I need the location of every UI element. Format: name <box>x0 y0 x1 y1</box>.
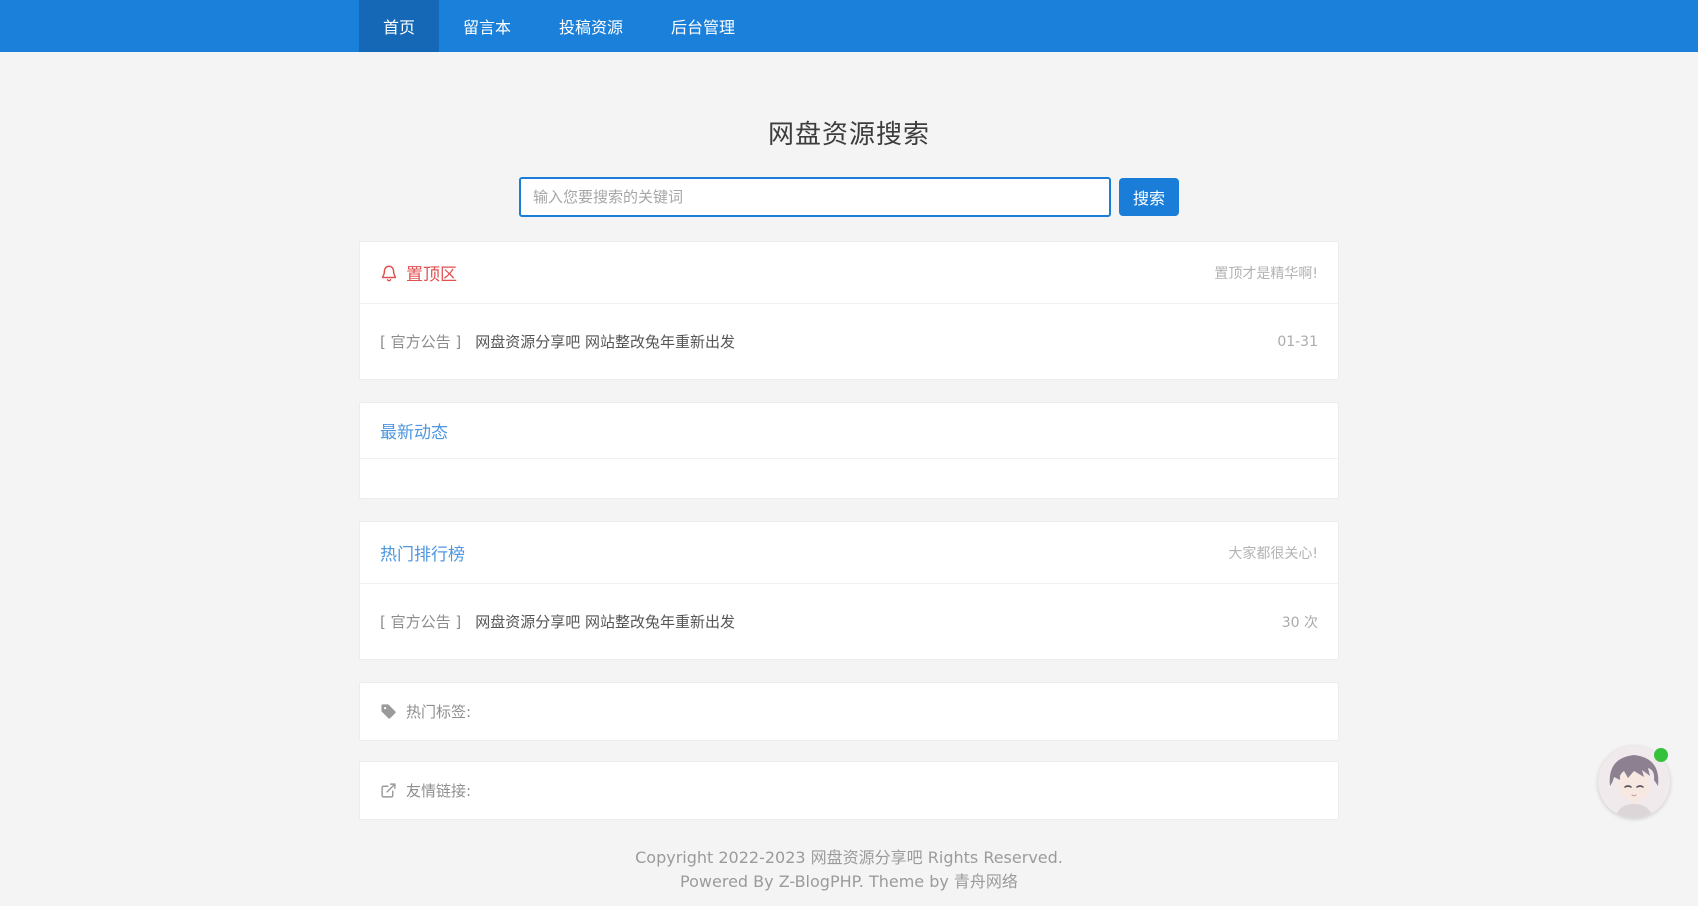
hot-list-item: [ 官方公告 ] 网盘资源分享吧 网站整改兔年重新出发 30 次 <box>360 583 1338 659</box>
hot-ranking-subtitle: 大家都很关心! <box>1228 543 1318 563</box>
hot-ranking-section: 热门排行榜 大家都很关心! [ 官方公告 ] 网盘资源分享吧 网站整改兔年重新出… <box>359 521 1339 660</box>
hot-tags-bar: 热门标签: <box>359 682 1339 741</box>
chat-widget[interactable] <box>1598 746 1670 818</box>
page-footer: Copyright 2022-2023 网盘资源分享吧 Rights Reser… <box>359 846 1339 906</box>
nav-item-admin[interactable]: 后台管理 <box>647 0 759 52</box>
search-button[interactable]: 搜索 <box>1119 178 1179 216</box>
online-status-dot <box>1654 748 1668 762</box>
latest-section: 最新动态 <box>359 402 1339 499</box>
external-link-icon <box>380 782 397 799</box>
nav-item-guestbook[interactable]: 留言本 <box>439 0 535 52</box>
friendly-links-bar: 友情链接: <box>359 761 1339 820</box>
latest-empty-body <box>360 458 1338 498</box>
pinned-section-title-text: 置顶区 <box>406 260 457 285</box>
item-category-badge: [ 官方公告 ] <box>380 611 461 632</box>
pinned-list-item: [ 官方公告 ] 网盘资源分享吧 网站整改兔年重新出发 01-31 <box>360 303 1338 379</box>
nav-item-submit-resources[interactable]: 投稿资源 <box>535 0 647 52</box>
footer-powered-by: Powered By Z-BlogPHP. Theme by 青舟网络 <box>359 870 1339 894</box>
item-view-count: 30 次 <box>1282 612 1318 632</box>
top-navbar: 首页 留言本 投稿资源 后台管理 <box>0 0 1698 52</box>
search-input[interactable] <box>519 177 1111 217</box>
nav-item-home[interactable]: 首页 <box>359 0 439 52</box>
footer-copyright: Copyright 2022-2023 网盘资源分享吧 Rights Reser… <box>359 846 1339 870</box>
pinned-section-subtitle: 置顶才是精华啊! <box>1214 263 1318 283</box>
navbar-inner: 首页 留言本 投稿资源 后台管理 <box>359 0 1339 52</box>
hot-ranking-title[interactable]: 热门排行榜 <box>380 540 465 565</box>
bell-icon <box>380 264 398 282</box>
item-date: 01-31 <box>1277 334 1318 350</box>
pinned-section-header: 置顶区 置顶才是精华啊! <box>360 242 1338 303</box>
hot-tags-label: 热门标签: <box>406 701 471 722</box>
item-title-link[interactable]: 网盘资源分享吧 网站整改兔年重新出发 <box>475 611 735 632</box>
item-category-badge: [ 官方公告 ] <box>380 331 461 352</box>
latest-section-header: 最新动态 <box>360 403 1338 458</box>
item-title-link[interactable]: 网盘资源分享吧 网站整改兔年重新出发 <box>475 331 735 352</box>
page-title: 网盘资源搜索 <box>359 114 1339 151</box>
main-content: 网盘资源搜索 搜索 置顶区 置顶才是精华啊! [ 官方公告 ] 网盘资源分享吧 … <box>359 114 1339 906</box>
tag-icon <box>380 703 397 720</box>
friendly-links-label: 友情链接: <box>406 780 471 801</box>
pinned-section-title: 置顶区 <box>380 260 457 285</box>
search-bar: 搜索 <box>359 177 1339 217</box>
hot-ranking-header: 热门排行榜 大家都很关心! <box>360 522 1338 583</box>
latest-section-title[interactable]: 最新动态 <box>380 418 448 443</box>
pinned-section: 置顶区 置顶才是精华啊! [ 官方公告 ] 网盘资源分享吧 网站整改兔年重新出发… <box>359 241 1339 380</box>
